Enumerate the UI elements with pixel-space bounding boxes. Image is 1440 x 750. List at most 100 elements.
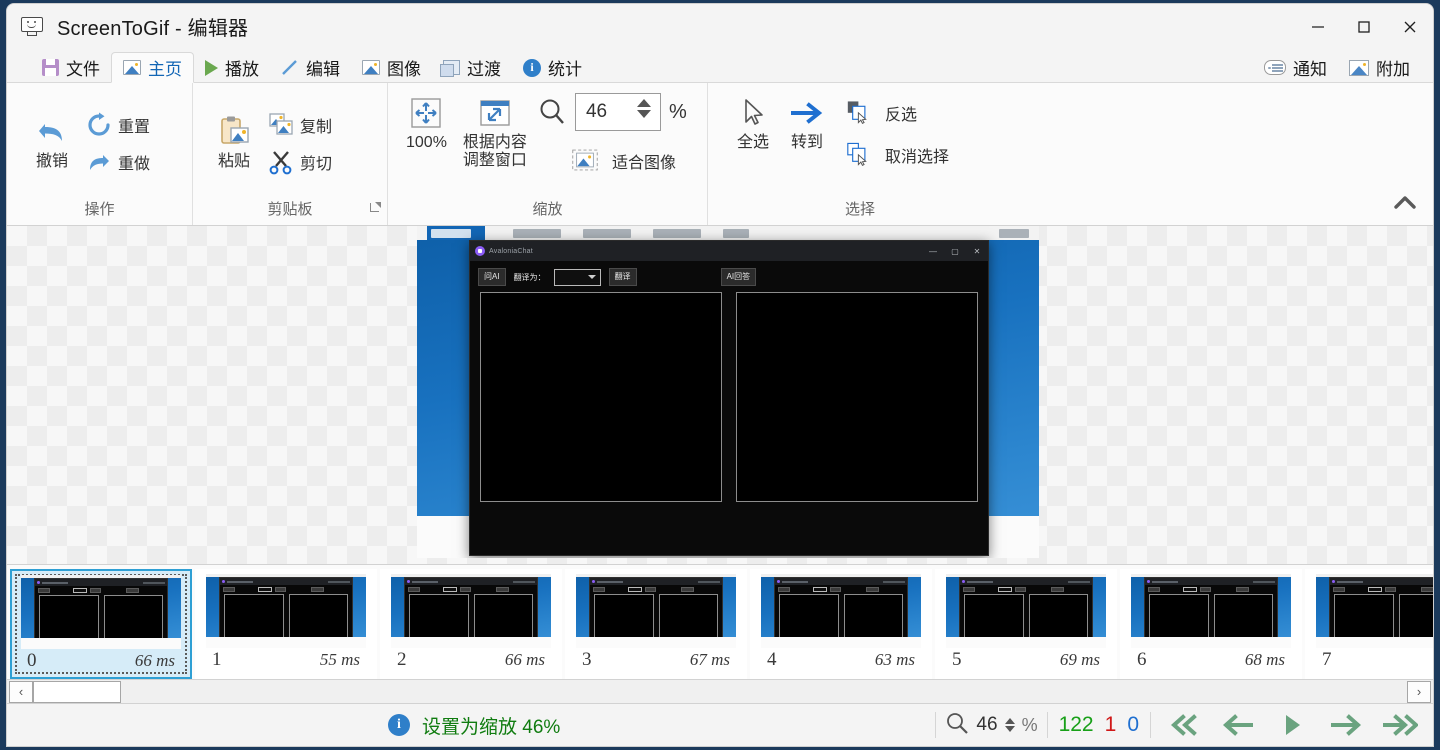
status-frame-counts: 122 1 0 [1047, 712, 1150, 738]
frame-duration: 68 ms [1245, 650, 1285, 670]
filmstrip-thumbnail[interactable]: 367 ms [565, 569, 747, 679]
inner-window-controls: — ▢ ✕ [922, 247, 988, 256]
clipboard-dialog-launcher-icon[interactable] [369, 202, 381, 214]
ribbon-tab-bar-right: 通知 附加 [1253, 52, 1433, 83]
invert-selection-button[interactable]: 反选 [840, 95, 956, 131]
filmstrip-thumbnail[interactable]: 766 m [1305, 569, 1433, 679]
fit-image-button[interactable]: 适合图像 [565, 143, 687, 179]
paste-button[interactable]: 粘贴 [207, 110, 261, 176]
inner-toolbar: 问AI 翻译为： 翻译 AI回答 [470, 261, 988, 292]
frame-duration: 66 ms [505, 650, 545, 670]
tab-statistics[interactable]: i 统计 [512, 52, 593, 83]
ribbon-tab-bar: 文件 主页 播放 编辑 图像 过渡 i 统计 [7, 49, 1433, 83]
select-all-button[interactable]: 全选 [726, 91, 780, 157]
zoom-100-button[interactable]: 100% [398, 91, 455, 157]
thumbnail-meta: 463 ms [761, 649, 921, 671]
first-frame-button[interactable] [1157, 706, 1211, 744]
cut-button[interactable]: 剪切 [261, 145, 339, 179]
status-zoom-unit: % [1022, 715, 1038, 736]
tab-edit[interactable]: 编辑 [270, 52, 351, 83]
zoom-value-field[interactable] [575, 93, 661, 131]
thumbnail-meta: 668 ms [1131, 649, 1291, 671]
play-button[interactable] [1265, 706, 1319, 744]
filmstrip-thumbnail[interactable]: 463 ms [750, 569, 932, 679]
zoom-spinner[interactable] [637, 99, 651, 118]
selected-frames-count: 1 [1105, 713, 1117, 737]
scroll-left-button[interactable]: ‹ [9, 681, 33, 703]
language-dropdown[interactable] [554, 269, 601, 286]
button-label: 粘贴 [218, 153, 250, 171]
frame-duration: 55 ms [320, 650, 360, 670]
ribbon-group-actions: 撤销 重置 重做 操 [7, 83, 192, 225]
zoom-input[interactable] [586, 101, 628, 123]
filmstrip-thumbnail[interactable]: 569 ms [935, 569, 1117, 679]
inner-maximize-button[interactable]: ▢ [944, 247, 966, 256]
source-text-pane[interactable] [480, 292, 722, 502]
thumbnail-meta: 367 ms [576, 649, 736, 671]
inner-title-bar: AvaloniaChat — ▢ ✕ [470, 241, 988, 261]
ribbon-panel: 撤销 重置 重做 操 [7, 83, 1433, 226]
tab-label: 文件 [66, 55, 100, 80]
translate-to-label: 翻译为： [514, 272, 546, 283]
filmstrip-thumbnail[interactable]: 266 ms [380, 569, 562, 679]
frame-index: 5 [952, 649, 962, 671]
window-controls [1295, 4, 1433, 49]
ask-ai-button[interactable]: 问AI [478, 268, 506, 286]
paste-icon [217, 115, 251, 149]
status-zoom-control[interactable]: 46 % [935, 712, 1046, 738]
redo-button[interactable]: 重做 [79, 145, 157, 179]
ai-answer-button[interactable]: AI回答 [721, 268, 757, 286]
resize-window-icon [478, 96, 512, 130]
deselect-button[interactable]: 取消选择 [840, 137, 956, 173]
frame-filmstrip[interactable]: 0 66 ms 1 55 ms 266 ms 367 ms 463 ms 569 ms 668 … [7, 565, 1433, 680]
tab-notifications[interactable]: 通知 [1253, 52, 1338, 83]
filmstrip-thumbnail[interactable]: 668 ms [1120, 569, 1302, 679]
button-label: 100% [406, 134, 447, 152]
app-logo-icon [21, 17, 43, 37]
maximize-button[interactable] [1341, 4, 1387, 49]
frame-index: 0 [27, 650, 37, 672]
button-label: 反选 [885, 101, 917, 125]
copy-button[interactable]: 复制 [261, 108, 339, 142]
frame-duration: 67 ms [690, 650, 730, 670]
filmstrip-thumbnail[interactable]: 1 55 ms [195, 569, 377, 679]
tab-home[interactable]: 主页 [111, 52, 194, 83]
scrollbar-thumb[interactable] [33, 681, 121, 703]
thumbnail-image [946, 574, 1106, 648]
inner-close-button[interactable]: ✕ [966, 247, 988, 256]
next-frame-button[interactable] [1319, 706, 1373, 744]
fit-arrows-icon [409, 96, 443, 130]
tab-attach[interactable]: 附加 [1338, 52, 1421, 83]
tab-label: 通知 [1293, 55, 1327, 80]
filmstrip-scrollbar[interactable]: ‹ › [7, 680, 1433, 704]
save-icon [42, 59, 59, 76]
tab-image[interactable]: 图像 [351, 52, 432, 83]
button-label: 取消选择 [885, 143, 949, 167]
previous-frame-button[interactable] [1211, 706, 1265, 744]
frame-duration: 66 ms [135, 651, 175, 671]
scrollbar-track[interactable] [33, 681, 1407, 703]
filmstrip-thumbnail[interactable]: 0 66 ms [10, 569, 192, 679]
tab-file[interactable]: 文件 [31, 52, 111, 83]
status-zoom-spinner[interactable] [1005, 718, 1015, 732]
preview-canvas[interactable]: AvaloniaChat — ▢ ✕ 问AI 翻译为： 翻译 AI回答 [7, 226, 1433, 565]
ribbon-group-title: 剪贴板 [193, 199, 387, 225]
translate-button[interactable]: 翻译 [609, 268, 637, 286]
avalonia-chat-window: AvaloniaChat — ▢ ✕ 问AI 翻译为： 翻译 AI回答 [469, 240, 989, 556]
chevron-up-icon[interactable] [1391, 189, 1419, 217]
minimize-button[interactable] [1295, 4, 1341, 49]
title-bar: ScreenToGif - 编辑器 [7, 4, 1433, 49]
tab-playback[interactable]: 播放 [194, 52, 270, 83]
result-text-pane[interactable] [736, 292, 978, 502]
undo-button[interactable]: 撤销 [25, 110, 79, 176]
tab-transition[interactable]: 过渡 [432, 52, 512, 83]
reset-button[interactable]: 重置 [79, 108, 157, 142]
close-button[interactable] [1387, 4, 1433, 49]
frame-index: 1 [212, 649, 222, 671]
status-message: i 设置为缩放 46% [388, 712, 560, 739]
inner-minimize-button[interactable]: — [922, 247, 944, 256]
last-frame-button[interactable] [1373, 706, 1427, 744]
goto-button[interactable]: 转到 [780, 91, 834, 157]
fit-window-to-content-button[interactable]: 根据内容 调整窗口 [455, 91, 535, 175]
scroll-right-button[interactable]: › [1407, 681, 1431, 703]
